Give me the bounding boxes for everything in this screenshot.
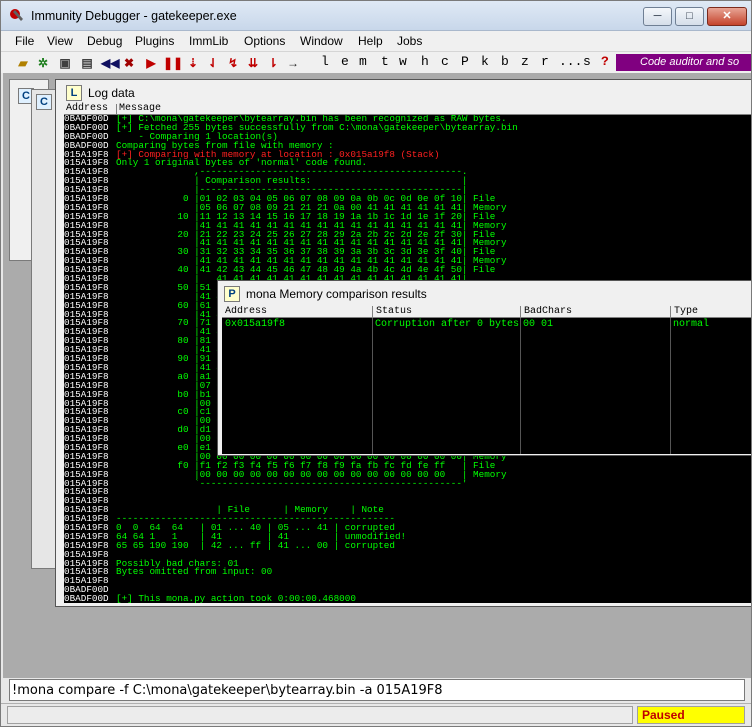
menu-debug[interactable]: Debug bbox=[87, 34, 122, 48]
mona-table-header: Address Status BadChars Type bbox=[222, 306, 751, 318]
log-line[interactable]: 0BADF00D [+] This mona.py action took 0:0… bbox=[64, 593, 751, 603]
log-line-message: Bytes omitted from input: 00 bbox=[116, 566, 273, 578]
trace-over-icon[interactable]: ⇊ bbox=[245, 55, 261, 71]
log-line[interactable]: 015A19F8 bbox=[64, 487, 751, 497]
column-message[interactable]: Message bbox=[116, 104, 161, 115]
maximize-button[interactable]: □ bbox=[675, 7, 704, 26]
play-icon[interactable]: ▶ bbox=[143, 55, 159, 71]
toolbar-help[interactable]: ? bbox=[601, 54, 609, 69]
command-bar bbox=[9, 679, 745, 701]
immunity-debugger-window: Immunity Debugger - gatekeeper.exe ─ □ ✕… bbox=[0, 0, 752, 727]
toolbar-e[interactable]: e bbox=[341, 54, 349, 69]
log-line[interactable]: 015A19F8 Bytes omitted from input: 00 bbox=[64, 566, 751, 578]
toolbar-k[interactable]: k bbox=[481, 54, 489, 69]
cpu-window-icon-2: C bbox=[36, 94, 52, 110]
log-window-titlebar[interactable]: L Log data bbox=[56, 80, 751, 104]
mona-window-icon: P bbox=[224, 286, 240, 302]
menu-options[interactable]: Options bbox=[244, 34, 285, 48]
menu-view[interactable]: View bbox=[47, 34, 73, 48]
pause-icon[interactable]: ❚❚ bbox=[163, 55, 183, 71]
log-line[interactable]: 015A19F8 65 65 190 190 | 42 ... ff | 41 .… bbox=[64, 539, 751, 551]
menu-file[interactable]: File bbox=[15, 34, 34, 48]
toolbar-dots[interactable]: ... bbox=[559, 54, 582, 69]
menu-help[interactable]: Help bbox=[358, 34, 383, 48]
log-line[interactable]: 015A19F8 `------------------------------… bbox=[64, 477, 751, 489]
menu-bar: File View Debug Plugins ImmLib Options W… bbox=[1, 31, 751, 51]
toolbar-m[interactable]: m bbox=[359, 54, 367, 69]
toolbar-w[interactable]: w bbox=[399, 54, 407, 69]
mona-comparison-window[interactable]: P mona Memory comparison results Address… bbox=[217, 280, 751, 456]
mona-col-divider bbox=[520, 318, 521, 454]
menu-plugins[interactable]: Plugins bbox=[135, 34, 174, 48]
goto-icon[interactable]: → bbox=[285, 55, 301, 71]
log-line-message: 65 65 190 190 | 42 ... ff | 41 ... 00 | … bbox=[116, 539, 395, 551]
mona-col-status[interactable]: Status bbox=[372, 306, 520, 318]
close-debuggee-icon[interactable]: ✖ bbox=[121, 55, 137, 71]
window-icon[interactable]: ▤ bbox=[79, 55, 95, 71]
mdi-workspace: C C L Log data Address Message 0BADF00D[… bbox=[3, 73, 751, 678]
mona-row-address[interactable]: 0x015a19f8 bbox=[222, 319, 285, 330]
log-line-address: 0BADF00D bbox=[64, 593, 109, 603]
step-over-icon[interactable]: ⇃ bbox=[205, 55, 221, 71]
mona-col-divider bbox=[670, 318, 671, 454]
execute-till-return-icon[interactable]: ⇂ bbox=[265, 55, 281, 71]
toolbar-z[interactable]: z bbox=[521, 54, 529, 69]
log-line[interactable]: 015A19F8 bbox=[64, 576, 751, 586]
mona-results-table[interactable]: Address Status BadChars Type 0x015a19f8 … bbox=[222, 306, 751, 454]
toolbar-l[interactable]: l bbox=[321, 54, 329, 69]
toolbar: ▰ ✲ ▣ ▤ ◀◀ ✖ ▶ ❚❚ ⇣ ⇃ ↯ ⇊ ⇂ → l e m t w … bbox=[1, 51, 751, 73]
toolbar-s[interactable]: s bbox=[583, 54, 591, 69]
minimize-icon: ─ bbox=[653, 10, 662, 22]
menu-jobs[interactable]: Jobs bbox=[397, 34, 422, 48]
mona-row-type[interactable]: normal bbox=[670, 319, 709, 330]
status-bar: Paused bbox=[1, 703, 751, 726]
minimize-button[interactable]: ─ bbox=[643, 7, 672, 26]
column-address[interactable]: Address bbox=[64, 104, 108, 115]
log-line-message: `---------------------------------------… bbox=[116, 477, 468, 489]
debugger-state: Paused bbox=[637, 706, 745, 724]
mona-col-type[interactable]: Type bbox=[670, 306, 751, 318]
code-auditor-banner[interactable]: Code auditor and so bbox=[616, 54, 751, 71]
rewind-icon[interactable]: ◀◀ bbox=[101, 55, 119, 71]
log-column-header: Address Message bbox=[64, 104, 751, 115]
toolbar-b[interactable]: b bbox=[501, 54, 509, 69]
command-input[interactable] bbox=[12, 681, 742, 699]
open-folder-icon[interactable]: ▰ bbox=[15, 55, 31, 71]
status-message bbox=[7, 706, 633, 724]
run-figure-icon[interactable]: ✲ bbox=[35, 55, 51, 71]
mona-col-badchars[interactable]: BadChars bbox=[520, 306, 670, 318]
immunity-app-icon bbox=[10, 9, 23, 21]
trace-into-icon[interactable]: ↯ bbox=[225, 55, 241, 71]
toolbar-c[interactable]: c bbox=[441, 54, 449, 69]
toolbar-p[interactable]: P bbox=[461, 54, 469, 69]
log-window-title: Log data bbox=[88, 86, 135, 100]
menu-immlib[interactable]: ImmLib bbox=[189, 34, 228, 48]
screen-icon[interactable]: ▣ bbox=[57, 55, 73, 71]
log-window-icon: L bbox=[66, 85, 82, 101]
title-bar: Immunity Debugger - gatekeeper.exe ─ □ ✕ bbox=[1, 1, 751, 31]
toolbar-h[interactable]: h bbox=[421, 54, 429, 69]
close-button[interactable]: ✕ bbox=[707, 7, 747, 26]
log-line-message: [+] This mona.py action took 0:00:00.468… bbox=[116, 593, 356, 603]
mona-col-divider bbox=[372, 318, 373, 454]
window-title: Immunity Debugger - gatekeeper.exe bbox=[31, 9, 237, 23]
mona-row-badchars[interactable]: 00 01 bbox=[520, 319, 553, 330]
mona-col-address[interactable]: Address bbox=[222, 306, 372, 318]
menu-window[interactable]: Window bbox=[300, 34, 343, 48]
toolbar-r[interactable]: r bbox=[541, 54, 549, 69]
step-into-icon[interactable]: ⇣ bbox=[185, 55, 201, 71]
maximize-icon: □ bbox=[686, 10, 693, 22]
close-icon: ✕ bbox=[722, 10, 732, 22]
mona-row-status[interactable]: Corruption after 0 bytes bbox=[372, 319, 519, 330]
mona-window-title: mona Memory comparison results bbox=[246, 287, 427, 301]
toolbar-t[interactable]: t bbox=[381, 54, 389, 69]
